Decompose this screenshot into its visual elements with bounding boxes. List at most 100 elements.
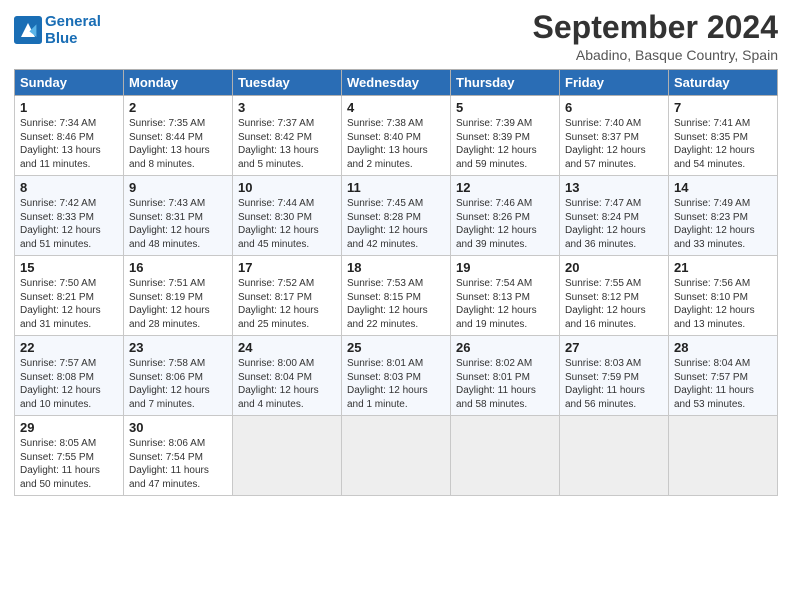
day-cell-15: 15 Sunrise: 7:50 AMSunset: 8:21 PMDayligh… <box>15 256 124 336</box>
day-number: 20 <box>565 260 663 275</box>
header-cell-saturday: Saturday <box>669 70 778 96</box>
day-cell-21: 21 Sunrise: 7:56 AMSunset: 8:10 PMDayligh… <box>669 256 778 336</box>
day-number: 25 <box>347 340 445 355</box>
logo-icon <box>14 16 42 44</box>
day-number: 30 <box>129 420 227 435</box>
week-row-5: 29 Sunrise: 8:05 AMSunset: 7:55 PMDayligh… <box>15 416 778 496</box>
day-info: Sunrise: 7:47 AMSunset: 8:24 PMDaylight:… <box>565 197 663 251</box>
header-cell-friday: Friday <box>560 70 669 96</box>
day-cell-8: 8 Sunrise: 7:42 AMSunset: 8:33 PMDaylight… <box>15 176 124 256</box>
day-info: Sunrise: 7:58 AMSunset: 8:06 PMDaylight:… <box>129 357 227 411</box>
day-cell-4: 4 Sunrise: 7:38 AMSunset: 8:40 PMDaylight… <box>342 96 451 176</box>
day-number: 3 <box>238 100 336 115</box>
day-cell-20: 20 Sunrise: 7:55 AMSunset: 8:12 PMDayligh… <box>560 256 669 336</box>
day-cell-6: 6 Sunrise: 7:40 AMSunset: 8:37 PMDaylight… <box>560 96 669 176</box>
day-number: 23 <box>129 340 227 355</box>
day-number: 11 <box>347 180 445 195</box>
logo-line2: Blue <box>45 30 78 47</box>
day-number: 28 <box>674 340 772 355</box>
day-number: 10 <box>238 180 336 195</box>
day-number: 26 <box>456 340 554 355</box>
logo-line1: General <box>45 13 101 30</box>
logo: General Blue <box>14 14 101 47</box>
day-cell-30: 30Sunrise: 8:06 AMSunset: 7:54 PMDayligh… <box>124 416 233 496</box>
day-info: Sunrise: 7:51 AMSunset: 8:19 PMDaylight:… <box>129 277 227 331</box>
day-cell-17: 17 Sunrise: 7:52 AMSunset: 8:17 PMDayligh… <box>233 256 342 336</box>
day-info: Sunrise: 7:44 AMSunset: 8:30 PMDaylight:… <box>238 197 336 251</box>
day-cell-1: 1Sunrise: 7:34 AMSunset: 8:46 PMDaylight… <box>15 96 124 176</box>
week-row-2: 8 Sunrise: 7:42 AMSunset: 8:33 PMDaylight… <box>15 176 778 256</box>
week-row-3: 15 Sunrise: 7:50 AMSunset: 8:21 PMDayligh… <box>15 256 778 336</box>
day-info: Sunrise: 7:54 AMSunset: 8:13 PMDaylight:… <box>456 277 554 331</box>
day-cell-2: 2 Sunrise: 7:35 AMSunset: 8:44 PMDaylight… <box>124 96 233 176</box>
day-cell-3: 3 Sunrise: 7:37 AMSunset: 8:42 PMDaylight… <box>233 96 342 176</box>
day-info: Sunrise: 7:35 AMSunset: 8:44 PMDaylight:… <box>129 117 227 171</box>
header-cell-thursday: Thursday <box>451 70 560 96</box>
day-info: Sunrise: 7:39 AMSunset: 8:39 PMDaylight:… <box>456 117 554 171</box>
day-cell-14: 14 Sunrise: 7:49 AMSunset: 8:23 PMDayligh… <box>669 176 778 256</box>
day-info: Sunrise: 7:34 AMSunset: 8:46 PMDaylight:… <box>20 117 118 171</box>
day-info: Sunrise: 7:57 AMSunset: 8:08 PMDaylight:… <box>20 357 118 411</box>
day-info: Sunrise: 7:37 AMSunset: 8:42 PMDaylight:… <box>238 117 336 171</box>
header-cell-wednesday: Wednesday <box>342 70 451 96</box>
day-cell-22: 22 Sunrise: 7:57 AMSunset: 8:08 PMDayligh… <box>15 336 124 416</box>
day-info: Sunrise: 8:00 AMSunset: 8:04 PMDaylight:… <box>238 357 336 411</box>
day-info: Sunrise: 7:56 AMSunset: 8:10 PMDaylight:… <box>674 277 772 331</box>
day-number: 16 <box>129 260 227 275</box>
day-info: Sunrise: 7:53 AMSunset: 8:15 PMDaylight:… <box>347 277 445 331</box>
empty-cell <box>233 416 342 496</box>
day-info: Sunrise: 7:43 AMSunset: 8:31 PMDaylight:… <box>129 197 227 251</box>
header-cell-tuesday: Tuesday <box>233 70 342 96</box>
day-info: Sunrise: 7:49 AMSunset: 8:23 PMDaylight:… <box>674 197 772 251</box>
month-title: September 2024 <box>533 10 778 45</box>
day-number: 29 <box>20 420 118 435</box>
header-row: SundayMondayTuesdayWednesdayThursdayFrid… <box>15 70 778 96</box>
day-number: 5 <box>456 100 554 115</box>
day-number: 9 <box>129 180 227 195</box>
day-number: 22 <box>20 340 118 355</box>
calendar-page: General Blue September 2024 Abadino, Bas… <box>0 0 792 612</box>
day-info: Sunrise: 7:55 AMSunset: 8:12 PMDaylight:… <box>565 277 663 331</box>
day-info: Sunrise: 8:02 AMSunset: 8:01 PMDaylight:… <box>456 357 554 411</box>
day-cell-7: 7Sunrise: 7:41 AMSunset: 8:35 PMDaylight… <box>669 96 778 176</box>
day-cell-18: 18 Sunrise: 7:53 AMSunset: 8:15 PMDayligh… <box>342 256 451 336</box>
day-number: 2 <box>129 100 227 115</box>
day-info: Sunrise: 7:40 AMSunset: 8:37 PMDaylight:… <box>565 117 663 171</box>
day-number: 24 <box>238 340 336 355</box>
day-info: Sunrise: 7:52 AMSunset: 8:17 PMDaylight:… <box>238 277 336 331</box>
day-info: Sunrise: 8:05 AMSunset: 7:55 PMDaylight:… <box>20 437 118 491</box>
day-info: Sunrise: 8:04 AMSunset: 7:57 PMDaylight:… <box>674 357 772 411</box>
day-number: 8 <box>20 180 118 195</box>
day-cell-16: 16 Sunrise: 7:51 AMSunset: 8:19 PMDayligh… <box>124 256 233 336</box>
empty-cell <box>560 416 669 496</box>
day-cell-28: 28 Sunrise: 8:04 AMSunset: 7:57 PMDayligh… <box>669 336 778 416</box>
day-info: Sunrise: 7:38 AMSunset: 8:40 PMDaylight:… <box>347 117 445 171</box>
day-cell-13: 13 Sunrise: 7:47 AMSunset: 8:24 PMDayligh… <box>560 176 669 256</box>
day-number: 21 <box>674 260 772 275</box>
title-block: September 2024 Abadino, Basque Country, … <box>533 10 778 63</box>
day-info: Sunrise: 7:50 AMSunset: 8:21 PMDaylight:… <box>20 277 118 331</box>
day-cell-25: 25 Sunrise: 8:01 AMSunset: 8:03 PMDayligh… <box>342 336 451 416</box>
day-number: 14 <box>674 180 772 195</box>
day-number: 4 <box>347 100 445 115</box>
day-number: 13 <box>565 180 663 195</box>
location: Abadino, Basque Country, Spain <box>533 47 778 63</box>
day-info: Sunrise: 8:01 AMSunset: 8:03 PMDaylight:… <box>347 357 445 411</box>
day-number: 15 <box>20 260 118 275</box>
day-number: 17 <box>238 260 336 275</box>
day-number: 18 <box>347 260 445 275</box>
day-cell-27: 27Sunrise: 8:03 AMSunset: 7:59 PMDayligh… <box>560 336 669 416</box>
header: General Blue September 2024 Abadino, Bas… <box>14 10 778 63</box>
day-number: 19 <box>456 260 554 275</box>
empty-cell <box>342 416 451 496</box>
day-number: 12 <box>456 180 554 195</box>
day-cell-19: 19 Sunrise: 7:54 AMSunset: 8:13 PMDayligh… <box>451 256 560 336</box>
header-cell-monday: Monday <box>124 70 233 96</box>
day-info: Sunrise: 7:42 AMSunset: 8:33 PMDaylight:… <box>20 197 118 251</box>
day-cell-23: 23 Sunrise: 7:58 AMSunset: 8:06 PMDayligh… <box>124 336 233 416</box>
week-row-1: 1Sunrise: 7:34 AMSunset: 8:46 PMDaylight… <box>15 96 778 176</box>
day-number: 6 <box>565 100 663 115</box>
day-info: Sunrise: 8:03 AMSunset: 7:59 PMDaylight:… <box>565 357 663 411</box>
week-row-4: 22 Sunrise: 7:57 AMSunset: 8:08 PMDayligh… <box>15 336 778 416</box>
day-cell-12: 12Sunrise: 7:46 AMSunset: 8:26 PMDayligh… <box>451 176 560 256</box>
